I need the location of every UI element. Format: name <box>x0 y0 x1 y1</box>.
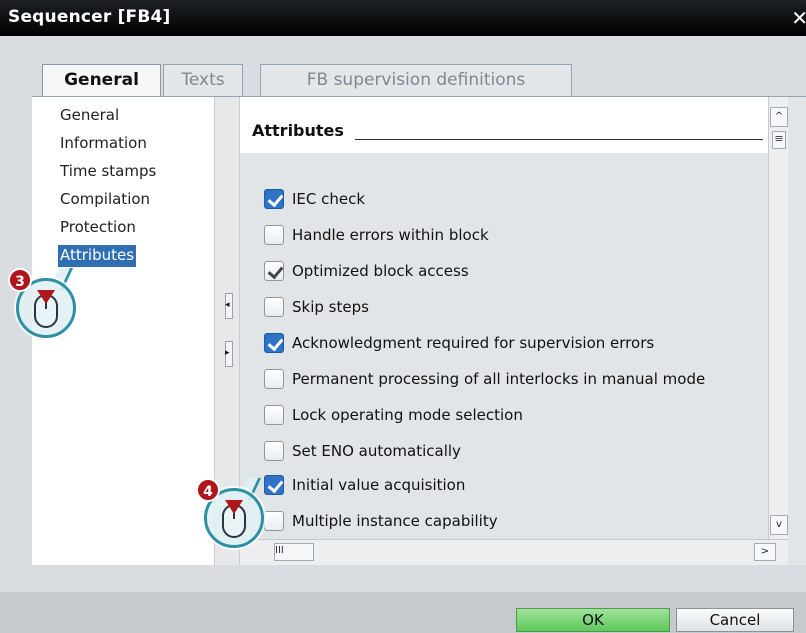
checkbox-label: Multiple instance capability <box>292 512 498 530</box>
pointer-arrow-icon <box>37 290 55 304</box>
attribute-handle-errors[interactable]: Handle errors within block <box>264 223 489 247</box>
checkbox[interactable] <box>264 369 284 389</box>
window-title: Sequencer [FB4] <box>8 7 171 27</box>
section-header: Attributes <box>240 97 768 153</box>
vertical-scrollbar[interactable]: ^ ≡ v <box>768 97 788 539</box>
pointer-arrow-icon <box>225 500 243 514</box>
expand-right-button[interactable]: ▸ <box>225 341 233 367</box>
horizontal-scroll-thumb[interactable]: III <box>274 543 314 561</box>
scroll-down-button[interactable]: v <box>770 515 788 535</box>
attribute-optimized-block-access[interactable]: Optimized block access <box>264 259 469 283</box>
checkbox[interactable] <box>264 189 284 209</box>
attribute-skip-steps[interactable]: Skip steps <box>264 295 369 319</box>
checkbox[interactable] <box>264 441 284 461</box>
attribute-permanent-processing[interactable]: Permanent processing of all interlocks i… <box>264 367 705 391</box>
collapse-left-button[interactable]: ◂ <box>225 293 233 319</box>
title-bar: Sequencer [FB4] ✕ <box>0 0 806 36</box>
tab-general[interactable]: General <box>42 64 161 99</box>
horizontal-scrollbar[interactable]: III > <box>240 539 788 565</box>
section-divider <box>355 139 763 140</box>
checkbox[interactable] <box>264 225 284 245</box>
chevron-right-icon: ▸ <box>225 348 230 358</box>
checkbox-label: Set ENO automatically <box>292 442 461 460</box>
step-callout-4: 4 <box>196 478 272 566</box>
attribute-acknowledgment-required[interactable]: Acknowledgment required for supervision … <box>264 331 654 355</box>
nav-item-protection[interactable]: Protection <box>58 217 138 239</box>
attribute-lock-operating-mode[interactable]: Lock operating mode selection <box>264 403 523 427</box>
checkbox[interactable] <box>264 261 284 281</box>
checkbox-label: Skip steps <box>292 298 369 316</box>
nav-item-compilation[interactable]: Compilation <box>58 189 152 211</box>
ok-button[interactable]: OK <box>516 608 670 632</box>
step-callout-3: 3 <box>8 268 84 356</box>
checkbox[interactable] <box>264 333 284 353</box>
tab-fb-supervision-definitions[interactable]: FB supervision definitions <box>260 64 572 97</box>
chevron-left-icon: ◂ <box>225 300 230 310</box>
attribute-initial-value-acquisition[interactable]: Initial value acquisition <box>264 473 465 497</box>
cancel-button[interactable]: Cancel <box>676 608 794 632</box>
checkbox[interactable] <box>264 297 284 317</box>
nav-item-general[interactable]: General <box>58 105 121 127</box>
attribute-set-eno[interactable]: Set ENO automatically <box>264 439 461 463</box>
checkbox-label: Lock operating mode selection <box>292 406 523 424</box>
properties-dialog: Sequencer [FB4] ✕ General Texts FB super… <box>0 0 806 633</box>
checkbox[interactable] <box>264 405 284 425</box>
scroll-grip-icon[interactable]: ≡ <box>772 131 786 149</box>
checkbox-label: Acknowledgment required for supervision … <box>292 334 655 352</box>
attributes-pane: Attributes IEC check Handle errors withi… <box>240 97 806 565</box>
checkbox-label: Permanent processing of all interlocks i… <box>292 370 706 388</box>
step-number-badge: 3 <box>8 268 32 292</box>
attribute-multiple-instance[interactable]: Multiple instance capability <box>264 509 498 533</box>
close-icon[interactable]: ✕ <box>791 6 806 30</box>
nav-item-time-stamps[interactable]: Time stamps <box>58 161 158 183</box>
content-frame: General Information Time stamps Compilat… <box>32 96 806 565</box>
nav-item-attributes[interactable]: Attributes <box>58 245 137 267</box>
attribute-list: IEC check Handle errors within block Opt… <box>240 153 768 539</box>
scroll-up-button[interactable]: ^ <box>770 107 788 127</box>
nav-item-information[interactable]: Information <box>58 133 149 155</box>
tab-texts[interactable]: Texts <box>163 64 243 97</box>
checkbox-label: Optimized block access <box>292 262 469 280</box>
scroll-right-button[interactable]: > <box>754 543 776 561</box>
checkbox-label: Initial value acquisition <box>292 476 466 494</box>
step-number-badge: 4 <box>196 478 220 502</box>
section-title: Attributes <box>252 121 344 140</box>
checkbox-label: IEC check <box>292 190 366 208</box>
checkbox-label: Handle errors within block <box>292 226 489 244</box>
attribute-iec-check[interactable]: IEC check <box>264 187 365 211</box>
